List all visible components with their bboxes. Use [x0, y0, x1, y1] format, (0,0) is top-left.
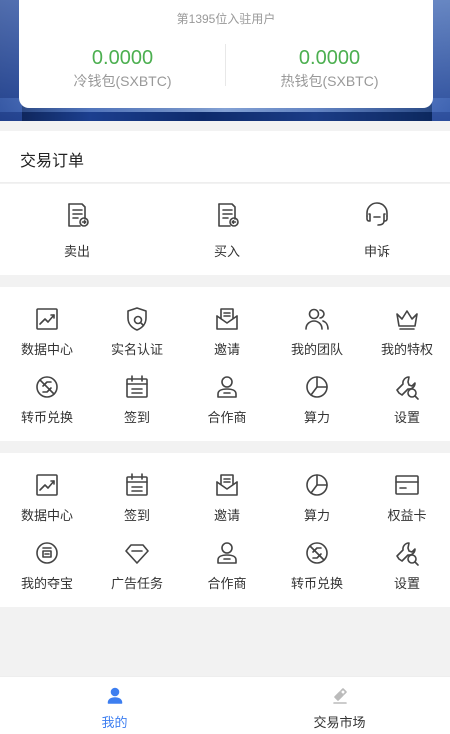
orders-header: 交易订单: [0, 131, 450, 183]
coin-exchange-button[interactable]: 转币兑换: [2, 373, 92, 431]
buy-document-icon: [213, 201, 241, 229]
grid-label: 数据中心: [20, 342, 73, 357]
grid-label: 合作商: [207, 576, 247, 591]
grid-label: 我的团队: [290, 342, 343, 357]
settings-button[interactable]: 设置: [362, 373, 450, 431]
my-privilege-button[interactable]: 我的特权: [362, 305, 450, 363]
calendar-icon: [123, 471, 151, 499]
tab-label: 交易市场: [313, 715, 366, 730]
grid-label: 邀请: [213, 342, 240, 357]
invite-button[interactable]: 邀请: [182, 471, 272, 529]
wallet-card: 第1395位入驻用户 0.0000 冷钱包(SXBTC) 0.0000 热钱包(…: [19, 0, 433, 108]
grid-label: 转币兑换: [20, 410, 73, 425]
order-label: 卖出: [63, 244, 90, 259]
data-center-button[interactable]: 数据中心: [2, 471, 92, 529]
diamond-icon: [123, 539, 151, 567]
partner-button[interactable]: 合作商: [182, 373, 272, 431]
grid-label: 算力: [303, 410, 330, 425]
ad-task-button[interactable]: 广告任务: [92, 539, 182, 597]
envelope-icon: [213, 471, 241, 499]
cold-wallet-amount: 0.0000: [91, 47, 154, 69]
grid-label: 合作商: [207, 410, 247, 425]
grid-label: 签到: [123, 508, 150, 523]
crown-icon: [393, 305, 421, 333]
buy-button[interactable]: 买入: [152, 184, 302, 275]
pie-chart-icon: [303, 373, 331, 401]
grid-label: 签到: [123, 410, 150, 425]
feature-grid-1: 数据中心 实名认证 邀请 我的团队 我的特权 转币兑换 签到 合作商 算力 设置: [0, 287, 450, 441]
chart-icon: [33, 471, 61, 499]
appeal-button[interactable]: 申诉: [302, 184, 450, 275]
exchange-icon: [303, 539, 331, 567]
header-banner: 第1395位入驻用户 0.0000 冷钱包(SXBTC) 0.0000 热钱包(…: [0, 0, 450, 121]
section-title: 交易订单: [20, 153, 85, 170]
sell-button[interactable]: 卖出: [2, 184, 152, 275]
tab-mine[interactable]: 我的: [2, 677, 227, 734]
tab-market[interactable]: 交易市场: [227, 677, 450, 734]
coin-exchange-button[interactable]: 转币兑换: [272, 539, 362, 597]
check-in-button[interactable]: 签到: [92, 373, 182, 431]
grid-label: 邀请: [213, 508, 240, 523]
grid-label: 算力: [303, 508, 330, 523]
calendar-icon: [123, 373, 151, 401]
sell-document-icon: [63, 201, 91, 229]
envelope-icon: [213, 305, 241, 333]
benefit-card-button[interactable]: 权益卡: [362, 471, 450, 529]
grid-label: 转币兑换: [290, 576, 343, 591]
hot-wallet[interactable]: 0.0000 热钱包(SXBTC): [226, 44, 433, 90]
chart-icon: [33, 305, 61, 333]
real-name-auth-button[interactable]: 实名认证: [92, 305, 182, 363]
bottom-tab-bar: 我的 交易市场: [0, 676, 450, 734]
feature-grid-2: 数据中心 签到 邀请 算力 权益卡 我的夺宝 广告任务 合作商 转币兑换 设置: [0, 453, 450, 607]
partner-button[interactable]: 合作商: [182, 539, 272, 597]
grid-label: 我的特权: [380, 342, 433, 357]
pie-chart-icon: [303, 471, 331, 499]
tab-label: 我的: [101, 715, 128, 730]
hot-wallet-label: 热钱包(SXBTC): [280, 73, 379, 89]
treasure-icon: [33, 539, 61, 567]
cold-wallet-label: 冷钱包(SXBTC): [73, 73, 172, 89]
headset-icon: [363, 201, 391, 229]
hot-wallet-amount: 0.0000: [298, 47, 361, 69]
market-icon: [331, 687, 349, 705]
shield-check-icon: [123, 305, 151, 333]
partner-icon: [213, 539, 241, 567]
orders-row: 卖出 买入 申诉: [0, 184, 450, 275]
hashrate-button[interactable]: 算力: [272, 471, 362, 529]
grid-label: 数据中心: [20, 508, 73, 523]
card-icon: [393, 471, 421, 499]
my-treasure-button[interactable]: 我的夺宝: [2, 539, 92, 597]
grid-label: 广告任务: [110, 576, 163, 591]
grid-label: 权益卡: [387, 508, 427, 523]
partner-icon: [213, 373, 241, 401]
settings-button[interactable]: 设置: [362, 539, 450, 597]
person-icon: [106, 687, 124, 705]
data-center-button[interactable]: 数据中心: [2, 305, 92, 363]
grid-label: 设置: [393, 410, 420, 425]
user-rank-text: 第1395位入驻用户: [176, 12, 276, 26]
my-team-button[interactable]: 我的团队: [272, 305, 362, 363]
wrench-icon: [393, 373, 421, 401]
hashrate-button[interactable]: 算力: [272, 373, 362, 431]
grid-label: 实名认证: [110, 342, 163, 357]
order-label: 买入: [213, 244, 240, 259]
wrench-icon: [393, 539, 421, 567]
grid-label: 我的夺宝: [20, 576, 73, 591]
order-label: 申诉: [363, 244, 390, 259]
grid-label: 设置: [393, 576, 420, 591]
cold-wallet[interactable]: 0.0000 冷钱包(SXBTC): [19, 44, 226, 90]
team-icon: [303, 305, 331, 333]
check-in-button[interactable]: 签到: [92, 471, 182, 529]
invite-button[interactable]: 邀请: [182, 305, 272, 363]
exchange-icon: [33, 373, 61, 401]
